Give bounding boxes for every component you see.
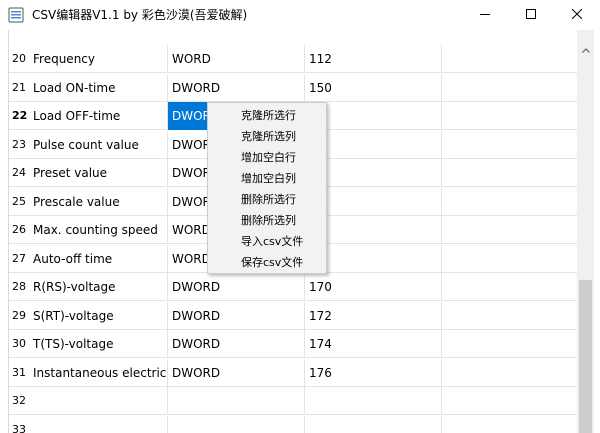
context-menu: 克隆所选行 克隆所选列 增加空白行 增加空白列 删除所选行 删除所选列 导入csv文件 保存c… xyxy=(207,102,327,274)
table-cell[interactable] xyxy=(442,302,577,330)
vertical-scrollbar[interactable] xyxy=(577,30,594,433)
close-button[interactable] xyxy=(554,0,600,30)
minimize-icon xyxy=(480,8,490,22)
table-cell[interactable]: 112 xyxy=(305,45,442,73)
context-menu-item[interactable]: 增加空白列 xyxy=(208,168,326,189)
row-number[interactable]: 27 xyxy=(9,245,31,273)
table-cell[interactable] xyxy=(305,415,442,433)
table-cell[interactable] xyxy=(442,216,577,244)
table-cell[interactable]: DWORD xyxy=(168,73,305,102)
table-cell[interactable] xyxy=(442,45,577,73)
context-menu-item[interactable]: 删除所选行 xyxy=(208,189,326,210)
table-cell[interactable]: Prescale value xyxy=(29,187,168,216)
table-cell[interactable]: DWORD xyxy=(168,358,305,387)
table-cell[interactable]: Instantaneous electric... xyxy=(29,358,168,387)
table-cell[interactable]: R(RS)-voltage xyxy=(29,273,168,301)
table-cell[interactable]: WORD xyxy=(168,45,305,73)
row-number[interactable]: 22 xyxy=(9,102,31,130)
row-number[interactable]: 30 xyxy=(9,330,31,358)
table-cell[interactable]: 150 xyxy=(305,73,442,102)
row-number[interactable]: 31 xyxy=(9,359,31,387)
table-cell[interactable]: Load OFF-time xyxy=(29,102,168,130)
table-cell[interactable]: Frequency xyxy=(29,45,168,73)
scroll-up-button[interactable] xyxy=(577,40,594,57)
row-number[interactable]: 33 xyxy=(9,416,31,433)
table-cell[interactable] xyxy=(29,387,168,415)
row-number[interactable]: 21 xyxy=(9,74,31,102)
maximize-icon xyxy=(526,8,536,22)
minimize-button[interactable] xyxy=(462,0,508,30)
context-menu-item[interactable]: 克隆所选列 xyxy=(208,126,326,147)
table-cell[interactable] xyxy=(442,102,577,130)
table-row[interactable]: 28 R(RS)-voltage DWORD 170 xyxy=(9,273,577,301)
table-row[interactable]: 31 Instantaneous electric... DWORD 176 xyxy=(9,358,577,387)
context-menu-item[interactable]: 克隆所选行 xyxy=(208,105,326,126)
row-number[interactable]: 28 xyxy=(9,273,31,301)
table-cell[interactable] xyxy=(442,387,577,415)
chevron-up-icon xyxy=(581,42,590,56)
app-icon xyxy=(8,7,24,23)
row-number[interactable]: 26 xyxy=(9,216,31,244)
table-cell[interactable]: Load ON-time xyxy=(29,73,168,102)
table-cell[interactable] xyxy=(29,415,168,433)
table-cell[interactable] xyxy=(442,245,577,273)
close-icon xyxy=(571,8,583,22)
table-cell[interactable]: 170 xyxy=(305,273,442,301)
table-cell[interactable]: Preset value xyxy=(29,159,168,187)
table-cell[interactable] xyxy=(442,359,577,387)
table-cell[interactable] xyxy=(442,74,577,102)
context-menu-item[interactable]: 增加空白行 xyxy=(208,147,326,168)
maximize-button[interactable] xyxy=(508,0,554,30)
table-cell[interactable] xyxy=(442,159,577,187)
table-row[interactable]: 32 xyxy=(9,387,577,415)
table-cell[interactable] xyxy=(168,415,305,433)
table-cell[interactable]: 176 xyxy=(305,358,442,387)
table-cell[interactable]: 172 xyxy=(305,301,442,330)
window-title: CSV编辑器V1.1 by 彩色沙漠(吾爱破解) xyxy=(32,8,248,22)
table-row[interactable]: 30 T(TS)-voltage DWORD 174 xyxy=(9,330,577,358)
table-cell[interactable]: Auto-off time xyxy=(29,244,168,273)
table-cell[interactable] xyxy=(442,188,577,216)
scroll-thumb[interactable] xyxy=(579,280,592,433)
table-row[interactable]: 21 Load ON-time DWORD 150 xyxy=(9,73,577,102)
title-bar[interactable]: CSV编辑器V1.1 by 彩色沙漠(吾爱破解) xyxy=(0,0,600,30)
context-menu-item[interactable]: 导入csv文件 xyxy=(208,231,326,252)
table-cell[interactable] xyxy=(168,387,305,415)
table-cell[interactable]: DWORD xyxy=(168,273,305,301)
row-number[interactable]: 20 xyxy=(9,45,31,73)
row-number[interactable]: 25 xyxy=(9,188,31,216)
table-cell[interactable]: DWORD xyxy=(168,301,305,330)
table-cell[interactable]: DWORD xyxy=(168,330,305,358)
table-row[interactable]: 33 xyxy=(9,415,577,433)
table-cell[interactable]: 174 xyxy=(305,330,442,358)
table-row[interactable]: 29 S(RT)-voltage DWORD 172 xyxy=(9,301,577,330)
table-row[interactable]: 20 Frequency WORD 112 xyxy=(9,45,577,73)
context-menu-item[interactable]: 删除所选列 xyxy=(208,210,326,231)
row-number[interactable]: 23 xyxy=(9,131,31,159)
table-cell[interactable]: S(RT)-voltage xyxy=(29,301,168,330)
table-cell[interactable]: T(TS)-voltage xyxy=(29,330,168,358)
table-cell[interactable]: Pulse count value xyxy=(29,130,168,159)
row-number[interactable]: 29 xyxy=(9,302,31,330)
table-cell[interactable] xyxy=(442,330,577,358)
table-cell[interactable] xyxy=(305,387,442,415)
table-cell[interactable] xyxy=(442,131,577,159)
row-number[interactable]: 24 xyxy=(9,159,31,187)
context-menu-item[interactable]: 保存csv文件 xyxy=(208,252,326,273)
row-number[interactable]: 32 xyxy=(9,387,31,415)
table-cell[interactable]: Max. counting speed xyxy=(29,216,168,244)
table-cell[interactable] xyxy=(442,416,577,433)
table-cell[interactable] xyxy=(442,273,577,301)
